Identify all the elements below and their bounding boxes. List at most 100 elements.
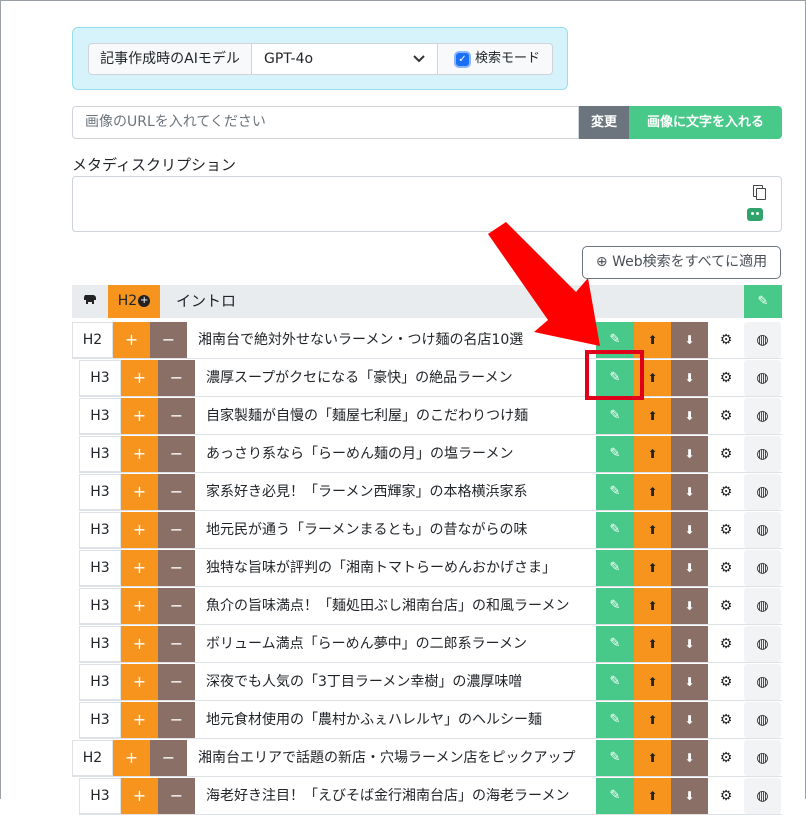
web-search-button[interactable]: ◍ [744,664,781,700]
move-up-button[interactable]: ⬆ [634,474,671,510]
image-url-input[interactable]: 画像のURLを入れてください [72,106,579,139]
web-search-button[interactable]: ◍ [744,778,781,814]
remove-heading-button[interactable]: − [158,778,195,814]
settings-button[interactable]: ⚙ [708,360,744,396]
move-up-button[interactable]: ⬆ [634,512,671,548]
remove-heading-button[interactable]: − [158,664,195,700]
settings-button[interactable]: ⚙ [708,664,744,700]
settings-button[interactable]: ⚙ [708,550,744,586]
settings-button[interactable]: ⚙ [708,398,744,434]
remove-heading-button[interactable]: − [158,588,195,624]
meta-description-textarea[interactable] [72,176,782,232]
heading-title[interactable]: 湘南台エリアで話題の新店・穴場ラーメン店をピックアップ [198,740,592,776]
add-circle-icon[interactable]: + [138,295,151,307]
add-heading-button[interactable]: + [121,360,158,396]
add-heading-button[interactable]: + [121,588,158,624]
add-heading-button[interactable]: + [113,322,150,358]
image-change-button[interactable]: 変更 [579,106,629,139]
heading-title[interactable]: 濃厚スープがクセになる「豪快」の絶品ラーメン [206,360,592,396]
web-search-button[interactable]: ◍ [744,588,781,624]
web-search-button[interactable]: ◍ [744,360,781,396]
web-search-button[interactable]: ◍ [744,550,781,586]
web-search-button[interactable]: ◍ [744,322,781,358]
edit-heading-button[interactable]: ✎ [596,588,634,624]
edit-heading-button[interactable]: ✎ [596,740,634,776]
web-search-button[interactable]: ◍ [744,398,781,434]
copy-icon[interactable] [753,185,766,200]
edit-heading-button[interactable]: ✎ [596,474,634,510]
move-down-button[interactable]: ⬇ [671,740,708,776]
settings-button[interactable]: ⚙ [708,436,744,472]
web-search-button[interactable]: ◍ [744,740,781,776]
move-up-button[interactable]: ⬆ [634,740,671,776]
search-mode-checkbox[interactable]: ✓ [456,52,469,66]
edit-heading-button[interactable]: ✎ [596,398,634,434]
ai-model-select[interactable]: GPT-4o [252,43,438,75]
settings-button[interactable]: ⚙ [708,778,744,814]
add-heading-button[interactable]: + [121,512,158,548]
add-heading-button[interactable]: + [121,436,158,472]
heading-title[interactable]: 深夜でも人気の「3丁目ラーメン幸樹」の濃厚味噌 [206,664,592,700]
intro-edit-button[interactable]: ✎ [744,285,782,318]
add-heading-button[interactable]: + [121,778,158,814]
add-heading-button[interactable]: + [113,740,150,776]
image-add-text-button[interactable]: 画像に文字を入れる [629,106,782,139]
remove-heading-button[interactable]: − [158,360,195,396]
settings-button[interactable]: ⚙ [708,740,744,776]
edit-heading-button[interactable]: ✎ [596,702,634,738]
search-mode-toggle[interactable]: ✓ 検索モード [438,43,553,75]
remove-heading-button[interactable]: − [158,398,195,434]
heading-title[interactable]: あっさり系なら「らーめん麺の月」の塩ラーメン [206,436,592,472]
add-heading-button[interactable]: + [121,664,158,700]
elephant-icon[interactable] [72,285,108,318]
settings-button[interactable]: ⚙ [708,626,744,662]
robot-icon[interactable] [747,208,763,221]
heading-title[interactable]: 独特な旨味が評判の「湘南トマトらーめんおかげさま」 [206,550,592,586]
edit-heading-button[interactable]: ✎ [596,778,634,814]
edit-heading-button[interactable]: ✎ [596,664,634,700]
remove-heading-button[interactable]: − [150,740,187,776]
remove-heading-button[interactable]: − [158,512,195,548]
remove-heading-button[interactable]: − [158,702,195,738]
move-up-button[interactable]: ⬆ [634,550,671,586]
remove-heading-button[interactable]: − [158,436,195,472]
add-heading-button[interactable]: + [121,474,158,510]
remove-heading-button[interactable]: − [150,322,187,358]
move-down-button[interactable]: ⬇ [671,474,708,510]
intro-level-badge[interactable]: H2 + [108,285,160,318]
edit-heading-button[interactable]: ✎ [596,626,634,662]
edit-heading-button[interactable]: ✎ [596,436,634,472]
remove-heading-button[interactable]: − [158,550,195,586]
remove-heading-button[interactable]: − [158,626,195,662]
move-down-button[interactable]: ⬇ [671,322,708,358]
web-search-button[interactable]: ◍ [744,474,781,510]
settings-button[interactable]: ⚙ [708,588,744,624]
move-down-button[interactable]: ⬇ [671,512,708,548]
move-up-button[interactable]: ⬆ [634,702,671,738]
move-up-button[interactable]: ⬆ [634,664,671,700]
remove-heading-button[interactable]: − [158,474,195,510]
move-down-button[interactable]: ⬇ [671,664,708,700]
heading-title[interactable]: 自家製麺が自慢の「麺屋七利屋」のこだわりつけ麺 [206,398,592,434]
heading-title[interactable]: 地元民が通う「ラーメンまるとも」の昔ながらの味 [206,512,592,548]
edit-heading-button[interactable]: ✎ [596,550,634,586]
add-heading-button[interactable]: + [121,550,158,586]
move-up-button[interactable]: ⬆ [634,778,671,814]
move-down-button[interactable]: ⬇ [671,550,708,586]
move-down-button[interactable]: ⬇ [671,588,708,624]
settings-button[interactable]: ⚙ [708,702,744,738]
heading-title[interactable]: 魚介の旨味満点！「麺処田ぶし湘南台店」の和風ラーメン [206,588,592,624]
move-up-button[interactable]: ⬆ [634,398,671,434]
move-up-button[interactable]: ⬆ [634,436,671,472]
move-down-button[interactable]: ⬇ [671,360,708,396]
heading-title[interactable]: 地元食材使用の「農村かふぇハレルヤ」のヘルシー麺 [206,702,592,738]
edit-heading-button[interactable]: ✎ [596,512,634,548]
add-heading-button[interactable]: + [121,626,158,662]
move-down-button[interactable]: ⬇ [671,778,708,814]
web-search-button[interactable]: ◍ [744,512,781,548]
move-down-button[interactable]: ⬇ [671,398,708,434]
add-heading-button[interactable]: + [121,398,158,434]
move-down-button[interactable]: ⬇ [671,436,708,472]
heading-title[interactable]: 海老好き注目！「えびそば金行湘南台店」の海老ラーメン [206,778,592,814]
move-down-button[interactable]: ⬇ [671,626,708,662]
